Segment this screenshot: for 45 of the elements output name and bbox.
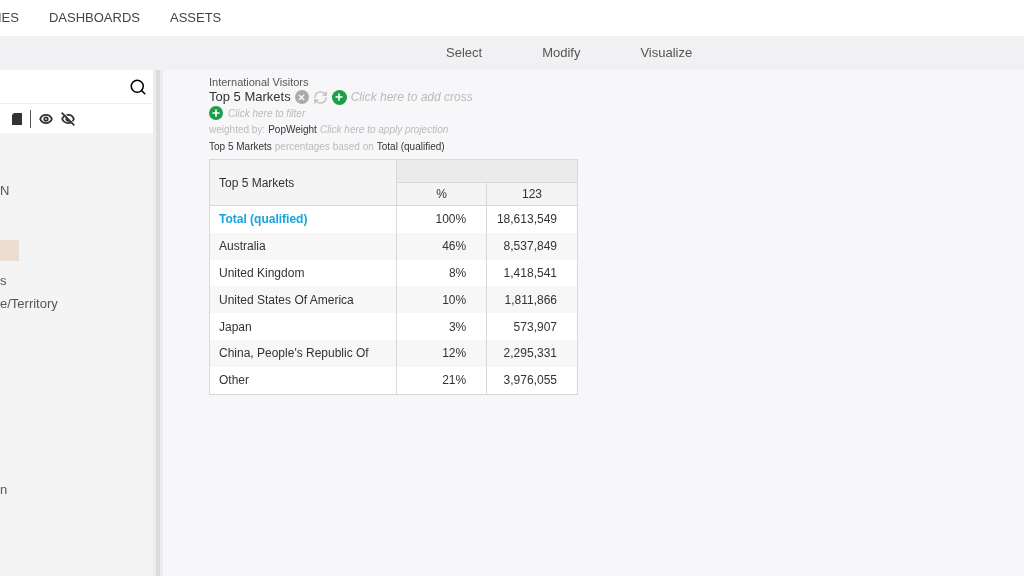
row-label: Total (qualified) xyxy=(210,206,398,233)
search-field[interactable] xyxy=(0,70,153,103)
table-cell: 3% xyxy=(397,313,488,340)
dataset-name: International Visitors xyxy=(209,76,310,89)
toolbar-tab[interactable]: Select xyxy=(446,43,483,63)
table-cell-text: 8,537,849 xyxy=(502,238,558,256)
tree-item[interactable]: N xyxy=(0,180,10,201)
tree-item[interactable]: n xyxy=(0,479,8,500)
table-cell-text: 3,976,055 xyxy=(502,372,558,390)
toolbar-tab[interactable]: Modify xyxy=(542,43,581,63)
base-variable: Top 5 Markets xyxy=(209,139,272,154)
search-icon xyxy=(129,77,147,96)
table-cell: 12% xyxy=(397,340,488,367)
table-cell: 21% xyxy=(397,366,488,394)
base-text: percentages based on xyxy=(274,139,374,154)
nav-link[interactable]: DASHBOARDS xyxy=(48,8,140,28)
toolbar-tab[interactable]: Visualize xyxy=(640,43,693,63)
tree-item[interactable]: e/Territory xyxy=(0,293,58,314)
eye-off-icon[interactable] xyxy=(61,111,75,126)
row-variable[interactable]: Top 5 Markets xyxy=(209,87,291,107)
add-icon[interactable] xyxy=(331,89,347,105)
swap-icon[interactable] xyxy=(312,89,328,105)
row-label: Other xyxy=(210,366,398,394)
weight-value[interactable]: PopWeight xyxy=(268,122,317,137)
table-cell: 100% xyxy=(397,206,488,233)
base-value: Total (qualified) xyxy=(376,139,445,154)
nav-link[interactable]: ASSETS xyxy=(170,8,222,28)
table-cell-text: 573,907 xyxy=(512,318,558,336)
row-label: China, People's Republic Of xyxy=(210,340,398,367)
remove-icon[interactable] xyxy=(294,90,309,104)
table-cell: 46% xyxy=(397,232,488,260)
add-icon[interactable] xyxy=(209,106,223,120)
document-icon[interactable] xyxy=(12,112,22,125)
table-cell-text: 2,295,331 xyxy=(502,345,558,363)
table-cell-text: 1,418,541 xyxy=(502,265,558,282)
row-label: Japan xyxy=(210,313,398,340)
row-label: Australia xyxy=(210,232,398,260)
column-header: % xyxy=(397,183,487,205)
nav-link[interactable]: IES xyxy=(0,8,19,28)
eye-icon[interactable] xyxy=(39,111,53,126)
table-cell-text: 1,811,866 xyxy=(503,291,558,309)
tree-item[interactable]: s xyxy=(0,270,7,291)
table-cell-text: 18,613,549 xyxy=(495,211,558,229)
table-corner-header: Top 5 Markets xyxy=(210,160,397,205)
column-header: 123 xyxy=(487,183,577,205)
